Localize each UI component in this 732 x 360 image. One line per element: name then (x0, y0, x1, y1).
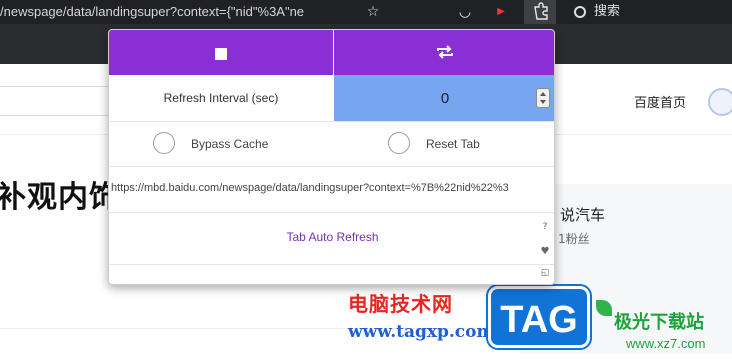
search-icon (574, 5, 586, 18)
watermark-title: 电脑技术网 (348, 292, 453, 316)
refresh-interval-input[interactable] (334, 75, 554, 121)
tab-url-field[interactable]: https://mbd.baidu.com/newspage/data/land… (109, 176, 554, 200)
tab-auto-refresh-popup: Refresh Interval (sec) Bypass Cache Rese… (108, 29, 555, 285)
star-icon[interactable]: ☆ (364, 3, 382, 21)
stop-icon (215, 48, 227, 60)
search-box[interactable]: 搜索 (568, 2, 732, 22)
author-fans: 1粉丝 (558, 232, 590, 246)
watermark-url: www.tagxp.com (348, 322, 495, 342)
row-divider (109, 166, 554, 167)
interval-spinner[interactable] (536, 88, 550, 108)
popout-icon[interactable]: ◱ (539, 268, 551, 278)
pocket-icon[interactable]: ◡ (456, 3, 474, 21)
refresh-interval-label: Refresh Interval (sec) (163, 91, 279, 105)
browser-toolbar: /newspage/data/landingsuper?context={"ni… (0, 0, 732, 24)
extensions-button[interactable] (524, 0, 556, 24)
puzzle-icon (534, 2, 548, 20)
article-headline: 补观内饰 (0, 180, 120, 215)
reset-tab-label: Reset Tab (426, 137, 480, 151)
stop-button[interactable] (109, 30, 333, 75)
extension-badge-icon[interactable]: ▶ (492, 3, 510, 21)
start-refresh-button[interactable] (334, 30, 554, 75)
reset-tab-radio[interactable] (388, 132, 410, 154)
search-label: 搜索 (594, 4, 621, 19)
home-link[interactable]: 百度首页 (634, 92, 686, 111)
bypass-cache-radio[interactable] (153, 132, 175, 154)
author-name[interactable]: 说汽车 (560, 204, 605, 225)
extension-title[interactable]: Tab Auto Refresh (109, 230, 554, 244)
row-divider (109, 121, 554, 122)
repeat-icon (437, 45, 453, 59)
help-icon[interactable]: ? (539, 222, 551, 232)
site-url: www.xz7.com (626, 336, 706, 351)
tag-logo: TAG (488, 286, 590, 348)
page-search-field[interactable] (0, 86, 120, 116)
avatar[interactable] (708, 88, 732, 116)
heart-icon[interactable]: ♥ (539, 246, 551, 257)
row-divider (109, 212, 554, 213)
site-name: 极光下载站 (614, 312, 704, 333)
row-divider (109, 264, 554, 265)
spinner-down-icon[interactable] (540, 100, 546, 104)
bypass-cache-label: Bypass Cache (191, 137, 269, 151)
spinner-up-icon[interactable] (540, 92, 546, 96)
address-bar[interactable]: /newspage/data/landingsuper?context={"ni… (0, 2, 360, 22)
